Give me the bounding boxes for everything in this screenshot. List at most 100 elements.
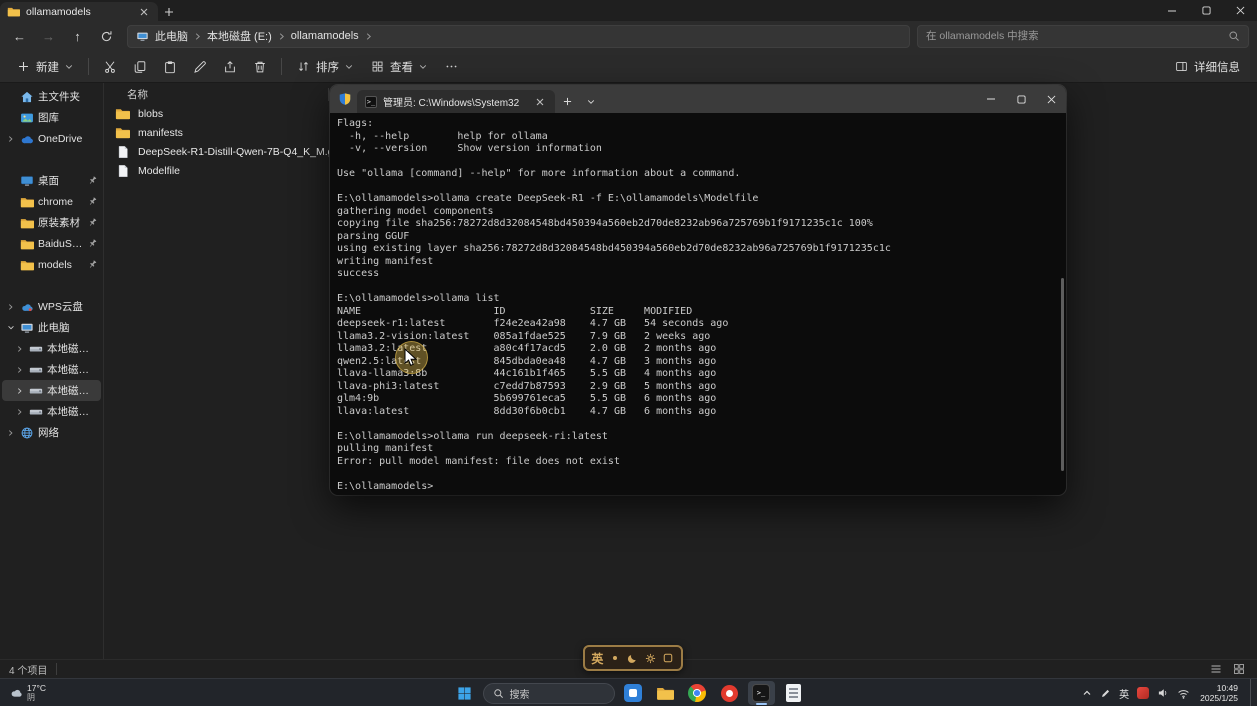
chevron-right-icon[interactable] <box>365 32 372 41</box>
tray-network-icon[interactable] <box>1177 687 1190 700</box>
sidebar-item-desktop[interactable]: 桌面 <box>2 170 101 191</box>
sidebar-item-drive-e[interactable]: 本地磁盘 (E:) <box>2 380 101 401</box>
start-button[interactable] <box>451 681 478 705</box>
refresh-button[interactable] <box>93 24 120 48</box>
chevron-right-icon[interactable] <box>15 345 24 353</box>
folder-icon <box>7 5 20 18</box>
terminal-new-tab-button[interactable] <box>555 90 579 113</box>
chevron-right-icon[interactable] <box>6 429 15 437</box>
sidebar-item-wps-cloud[interactable]: WPS云盘 <box>2 296 101 317</box>
ime-toolbar[interactable]: 英 <box>583 645 683 671</box>
tray-clock[interactable]: 10:49 2025/1/25 <box>1198 683 1240 703</box>
sidebar-item-drive-d[interactable]: 本地磁盘 (D:) <box>2 359 101 380</box>
breadcrumb-label: 此电脑 <box>155 28 188 44</box>
close-button[interactable] <box>1223 0 1257 21</box>
back-button[interactable]: ← <box>6 24 33 48</box>
terminal-tab[interactable]: >_ 管理员: C:\Windows\System32 <box>357 90 555 113</box>
ime-skin-icon[interactable] <box>662 652 675 665</box>
taskbar-app-blue-icon[interactable] <box>620 681 647 705</box>
tray-ime-language[interactable]: 英 <box>1119 686 1129 701</box>
sidebar-item-materials[interactable]: 原装素材 <box>2 212 101 233</box>
breadcrumb-item-ollamamodels[interactable]: ollamamodels <box>291 30 359 42</box>
taskbar-chrome-icon[interactable] <box>684 681 711 705</box>
taskbar-search-label: 搜索 <box>510 686 530 701</box>
sidebar-item-onedrive[interactable]: OneDrive <box>2 128 101 149</box>
taskbar-weather-widget[interactable]: 17°C 阴 <box>5 679 50 706</box>
chevron-right-icon[interactable] <box>15 408 24 416</box>
taskbar-search-box[interactable]: 搜索 <box>483 683 615 704</box>
drive-icon <box>28 404 43 419</box>
ime-settings-gear-icon[interactable] <box>644 652 657 665</box>
taskbar-terminal-icon[interactable]: >_ <box>748 681 775 705</box>
terminal-tab-dropdown-button[interactable] <box>579 90 603 113</box>
terminal-body[interactable]: Flags: -h, --help help for ollama -v, --… <box>330 113 1066 495</box>
wps-cloud-icon <box>19 299 34 314</box>
sidebar-item-chrome[interactable]: chrome <box>2 191 101 212</box>
paste-button[interactable] <box>156 54 184 80</box>
ime-moon-icon[interactable] <box>626 652 639 665</box>
share-button[interactable] <box>216 54 244 80</box>
tray-volume-icon[interactable] <box>1157 687 1169 699</box>
chevron-right-icon[interactable] <box>15 366 24 374</box>
sidebar-item-home[interactable]: 主文件夹 <box>2 86 101 107</box>
chevron-right-icon[interactable] <box>194 32 201 41</box>
new-button[interactable]: 新建 <box>9 54 81 80</box>
terminal-close-button[interactable] <box>1036 85 1066 113</box>
sidebar-item-gallery[interactable]: 图库 <box>2 107 101 128</box>
chevron-right-icon[interactable] <box>6 303 15 311</box>
search-input[interactable] <box>926 30 1228 42</box>
column-header-name[interactable]: 名称 <box>114 85 329 104</box>
tray-chevron-up-icon[interactable] <box>1082 688 1092 698</box>
terminal-tab-close-icon[interactable] <box>533 95 547 109</box>
navigation-pane: 主文件夹 图库 OneDrive 桌面 <box>0 83 104 659</box>
list-view-toggle[interactable] <box>1207 662 1225 677</box>
terminal-title-bar[interactable]: >_ 管理员: C:\Windows\System32 <box>330 85 1066 113</box>
this-pc-icon <box>136 30 149 43</box>
view-button[interactable]: 查看 <box>363 54 435 80</box>
sidebar-item-network[interactable]: 网络 <box>2 422 101 443</box>
new-tab-button[interactable] <box>158 2 180 21</box>
explorer-tab[interactable]: ollamamodels <box>0 2 158 21</box>
copy-button[interactable] <box>126 54 154 80</box>
taskbar-app-red-icon[interactable] <box>716 681 743 705</box>
delete-button[interactable] <box>246 54 274 80</box>
forward-button[interactable]: → <box>35 24 62 48</box>
thumbnail-view-toggle[interactable] <box>1230 662 1248 677</box>
taskbar: 17°C 阴 搜索 >_ <box>0 678 1257 706</box>
tray-app-icon[interactable] <box>1137 687 1149 699</box>
rename-button[interactable] <box>186 54 214 80</box>
ime-language-button[interactable]: 英 <box>591 650 603 667</box>
sidebar-item-label: 桌面 <box>38 173 83 188</box>
chevron-right-icon[interactable] <box>278 32 285 41</box>
up-button[interactable]: ↑ <box>64 24 91 48</box>
terminal-maximize-button[interactable] <box>1006 85 1036 113</box>
maximize-button[interactable] <box>1189 0 1223 21</box>
chevron-right-icon[interactable] <box>15 387 24 395</box>
details-pane-button[interactable]: 详细信息 <box>1167 54 1248 80</box>
sidebar-item-this-pc[interactable]: 此电脑 <box>2 317 101 338</box>
sidebar-item-drive-f[interactable]: 本地磁盘 (F:) <box>2 401 101 422</box>
tray-pen-icon[interactable] <box>1100 688 1111 699</box>
chevron-right-icon[interactable] <box>6 135 15 143</box>
breadcrumb[interactable]: 此电脑 本地磁盘 (E:) ollamamodels <box>127 25 910 48</box>
taskbar-file-explorer-icon[interactable] <box>652 681 679 705</box>
explorer-search-box[interactable] <box>917 25 1249 48</box>
breadcrumb-item-drive-e[interactable]: 本地磁盘 (E:) <box>207 28 272 44</box>
tab-close-icon[interactable] <box>137 5 151 19</box>
terminal-minimize-button[interactable] <box>976 85 1006 113</box>
breadcrumb-item-this-pc[interactable]: 此电脑 <box>155 28 188 44</box>
terminal-scrollbar[interactable] <box>1061 278 1064 471</box>
more-options-button[interactable] <box>437 54 465 80</box>
cut-button[interactable] <box>96 54 124 80</box>
sort-button[interactable]: 排序 <box>289 54 361 80</box>
drive-icon <box>28 383 43 398</box>
show-desktop-button[interactable] <box>1250 679 1253 706</box>
sidebar-item-baidusyncdisk[interactable]: BaiduSyncdisk <box>2 233 101 254</box>
ime-dot-icon[interactable] <box>608 652 621 665</box>
view-grid-icon <box>371 60 384 73</box>
taskbar-notepad-icon[interactable] <box>780 681 807 705</box>
sidebar-item-models[interactable]: models <box>2 254 101 275</box>
chevron-down-icon[interactable] <box>6 324 15 331</box>
minimize-button[interactable] <box>1155 0 1189 21</box>
sidebar-item-drive-c[interactable]: 本地磁盘 (C:) <box>2 338 101 359</box>
